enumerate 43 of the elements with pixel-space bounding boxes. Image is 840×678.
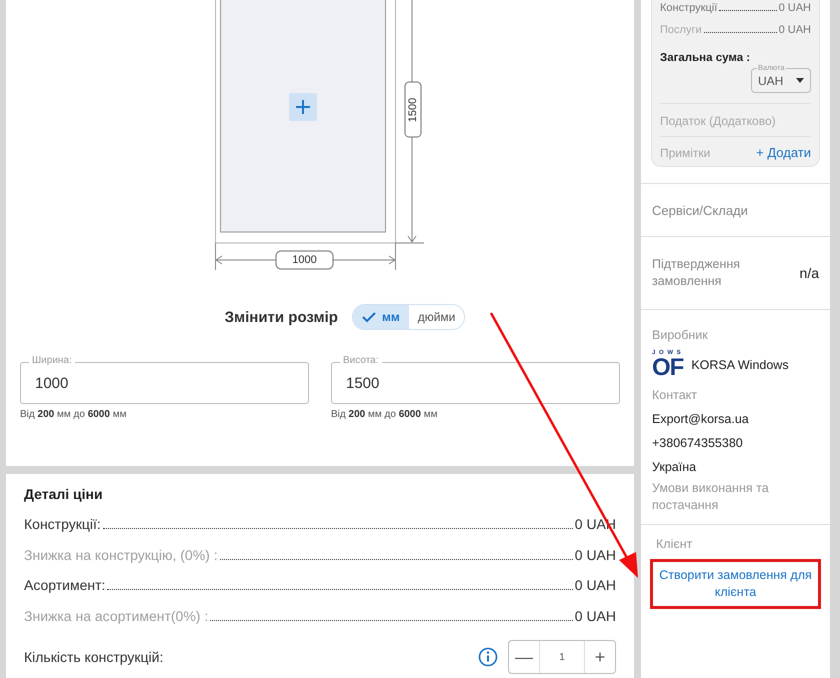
contact-country: Україна — [652, 460, 698, 474]
price-value: 0 UAH — [574, 546, 616, 562]
price-label: Конструкції: — [24, 516, 101, 532]
total-label: Загальна сума : — [660, 52, 752, 64]
section-title: Деталі ціни — [24, 486, 104, 502]
confirmation-value: n/a — [800, 265, 819, 281]
summary-label: Послуги — [660, 24, 702, 36]
add-button[interactable] — [289, 93, 317, 121]
price-value: 0 UAH — [574, 577, 616, 593]
field-label: Висота: — [340, 355, 382, 366]
summary-label: Конструкції — [660, 2, 718, 14]
contact-heading: Контакт — [652, 388, 698, 402]
price-label: Асортимент: — [24, 577, 106, 593]
field-label: Ширина: — [29, 355, 75, 366]
width-label: 1000 — [276, 250, 334, 270]
price-label: Знижка на конструкцію, (0%) : — [24, 546, 218, 562]
summary-value: 0 UAH — [778, 2, 811, 14]
summary-value: 0 UAH — [778, 24, 811, 36]
check-icon — [362, 312, 376, 322]
leader-line — [719, 10, 777, 11]
tax-label: Податок (Додатково) — [660, 103, 811, 128]
unit-option[interactable]: мм — [352, 305, 409, 329]
field-hint: Від 200 мм до 6000 мм — [331, 409, 438, 420]
resize-label: Змінити розмір — [224, 308, 338, 326]
height-label: 1500 — [404, 82, 422, 138]
manufacturer-name: KORSA Windows — [691, 358, 789, 372]
create-order-button[interactable]: Створити замовлення для клієнта — [650, 559, 821, 609]
price-value: 0 UAH — [574, 608, 616, 624]
confirmation-label: Підтвердження замовлення — [652, 256, 742, 290]
caret-icon — [796, 78, 804, 83]
contact-email: Export@korsa.ua — [652, 412, 750, 426]
price-label: Знижка на асортимент(0%) : — [24, 608, 208, 624]
contact-phone: +380674355380 — [652, 436, 744, 450]
terms-label: Умови виконання та постачання — [652, 480, 770, 514]
field-hint: Від 200 мм до 6000 мм — [20, 409, 128, 420]
info-icon[interactable] — [478, 647, 498, 667]
notes-label: Примітки — [660, 146, 710, 160]
dimension-field[interactable]: 1500 — [331, 362, 620, 404]
add-link[interactable]: + Додати — [756, 145, 811, 160]
quantity-label: Кількість конструкцій: — [24, 649, 164, 665]
manufacturer-heading: Виробник — [652, 328, 709, 342]
client-heading: Клієнт — [655, 537, 694, 551]
services-label: Сервіси/Склади — [641, 183, 830, 236]
